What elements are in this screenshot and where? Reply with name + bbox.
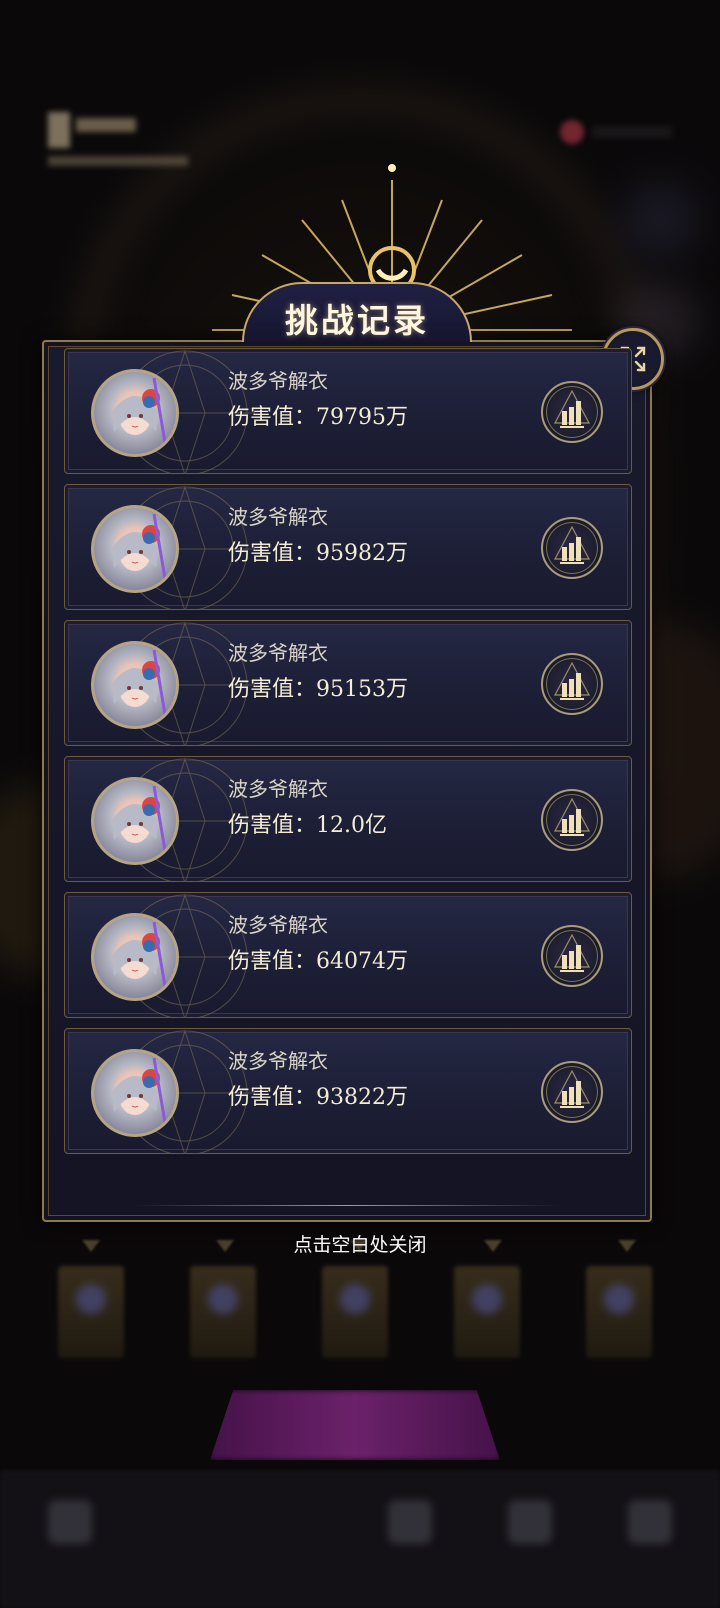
blurred-nav-icon [508, 1500, 552, 1544]
blurred-item-slot [190, 1266, 256, 1358]
blurred-challenge-button [210, 1390, 500, 1460]
blurred-item-slot [454, 1266, 520, 1358]
bar-chart-icon [554, 1069, 590, 1108]
close-hint: 点击空白处关闭 [293, 1234, 427, 1256]
damage-value: 伤害值：93822万 [228, 1085, 408, 1110]
blurred-bottom-nav [0, 1470, 720, 1608]
record-row: 波多爷解衣 伤害值：12.0亿 [64, 756, 632, 882]
blurred-nav-icon [628, 1500, 672, 1544]
blurred-nav-icon [48, 1500, 92, 1544]
bar-chart-icon [554, 661, 590, 700]
stats-button[interactable] [541, 789, 603, 851]
bar-chart-icon [554, 933, 590, 972]
damage-value: 伤害值：79795万 [228, 405, 408, 430]
bar-chart-icon [554, 389, 590, 428]
player-name: 波多爷解衣 [228, 913, 328, 937]
record-row: 波多爷解衣 伤害值：64074万 [64, 892, 632, 1018]
challenge-record-dialog: 挑战记录 波多爷解衣 伤害值：79795万 波多爷解衣 伤害值：95982万 波… [42, 164, 664, 1222]
player-avatar [91, 641, 179, 729]
record-row: 波多爷解衣 伤害值：93822万 [64, 1028, 632, 1154]
damage-value: 伤害值：95153万 [228, 677, 408, 702]
blurred-item-slot [586, 1266, 652, 1358]
bar-chart-icon [554, 797, 590, 836]
damage-value: 伤害值：12.0亿 [228, 813, 387, 838]
blurred-item-slot [58, 1266, 124, 1358]
damage-value: 伤害值：95982万 [228, 541, 408, 566]
record-row: 波多爷解衣 伤害值：95982万 [64, 484, 632, 610]
blurred-stage-indicator [48, 108, 198, 174]
dialog-title: 挑战记录 [285, 301, 429, 340]
record-row: 波多爷解衣 伤害值：95153万 [64, 620, 632, 746]
bar-chart-icon [554, 525, 590, 564]
blurred-resource-indicator [560, 118, 680, 148]
title-plate: 挑战记录 [242, 282, 472, 342]
player-name: 波多爷解衣 [228, 777, 328, 801]
stats-button[interactable] [541, 517, 603, 579]
player-avatar [91, 505, 179, 593]
record-row: 波多爷解衣 伤害值：79795万 [64, 348, 632, 474]
stats-button[interactable] [541, 653, 603, 715]
damage-value: 伤害值：64074万 [228, 949, 408, 974]
player-avatar [91, 777, 179, 865]
stats-button[interactable] [541, 381, 603, 443]
frame-divider [134, 1205, 560, 1206]
player-name: 波多爷解衣 [228, 369, 328, 393]
player-avatar [91, 369, 179, 457]
blurred-item-slot [322, 1266, 388, 1358]
blurred-nav-icon [388, 1500, 432, 1544]
player-avatar [91, 1049, 179, 1137]
player-name: 波多爷解衣 [228, 505, 328, 529]
stats-button[interactable] [541, 925, 603, 987]
player-name: 波多爷解衣 [228, 641, 328, 665]
player-avatar [91, 913, 179, 1001]
stats-button[interactable] [541, 1061, 603, 1123]
player-name: 波多爷解衣 [228, 1049, 328, 1073]
